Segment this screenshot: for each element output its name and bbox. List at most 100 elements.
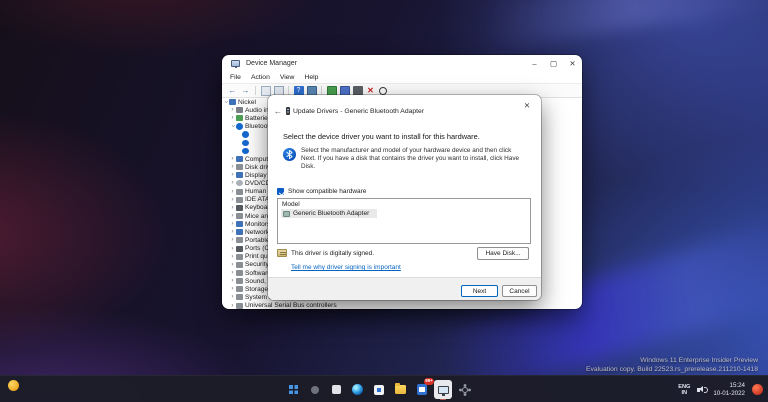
sun-icon (8, 380, 19, 391)
chevron-right-icon[interactable]: › (229, 236, 236, 244)
start-icon[interactable] (285, 380, 303, 399)
dialog-heading: Select the device driver you want to ins… (283, 132, 480, 141)
person-icon[interactable] (352, 85, 363, 96)
language-indicator[interactable]: ENG IN (678, 384, 690, 396)
show-compatible-hardware-row[interactable]: Show compatible hardware (277, 188, 366, 195)
device-manager-icon (437, 385, 449, 396)
chevron-right-icon[interactable]: › (229, 228, 236, 236)
taskbar-apps: 99+ (283, 378, 475, 400)
task-view-icon[interactable] (327, 380, 345, 399)
back-arrow-icon[interactable]: ← (272, 106, 284, 116)
chevron-right-icon[interactable]: › (229, 302, 236, 309)
chevron-right-icon[interactable]: › (229, 114, 236, 122)
chevron-right-icon[interactable]: › (229, 188, 236, 196)
evaluation-watermark: Windows 11 Enterprise Insider Preview Ev… (586, 357, 758, 374)
toolbar-separator (288, 86, 289, 95)
chevron-right-icon[interactable]: › (229, 196, 236, 204)
chevron-right-icon[interactable]: › (229, 293, 236, 301)
hid-icon (236, 188, 243, 195)
settings-icon[interactable] (456, 380, 474, 399)
back-icon[interactable]: ← (228, 86, 238, 96)
menu-file[interactable]: File (225, 74, 246, 81)
close-icon[interactable]: ✕ (563, 55, 582, 72)
search-icon[interactable] (306, 380, 324, 399)
watermark-line1: Windows 11 Enterprise Insider Preview (640, 357, 758, 364)
chevron-down-icon[interactable]: › (229, 123, 237, 130)
forward-icon[interactable]: → (241, 86, 251, 96)
file-explorer-icon[interactable] (392, 380, 410, 399)
desktop-wallpaper: Windows 11 Enterprise Insider Preview Ev… (0, 0, 768, 402)
help-icon[interactable]: ? (293, 85, 304, 96)
store-icon (374, 384, 385, 395)
dialog-close-icon[interactable]: ✕ (521, 100, 533, 111)
bluetooth-icon (242, 131, 249, 138)
window-title: Device Manager (246, 60, 297, 67)
checkbox-label: Show compatible hardware (288, 188, 367, 195)
chevron-right-icon[interactable]: › (229, 212, 236, 220)
menu-help[interactable]: Help (299, 74, 323, 81)
mail-icon[interactable]: 99+ (413, 378, 434, 399)
device-manager-icon[interactable] (434, 380, 453, 400)
toolbar-separator (321, 86, 322, 95)
device-manager-titlebar[interactable]: Device Manager – ▢ ✕ (222, 55, 582, 72)
sound-icon (236, 278, 243, 285)
adapter-icon (283, 210, 290, 217)
taskbar: 99+ ENG IN 15:24 10-01-2022 (0, 375, 768, 402)
bluetooth-icon (242, 139, 249, 147)
maximize-icon[interactable]: ▢ (544, 55, 563, 72)
driver-signing-link[interactable]: Tell me why driver signing is important (291, 264, 401, 271)
chevron-right-icon[interactable]: › (229, 245, 236, 253)
flag-icon[interactable] (339, 85, 350, 96)
chevron-right-icon[interactable]: › (229, 163, 236, 171)
next-button[interactable]: Next (461, 285, 498, 297)
update-driver-icon[interactable] (326, 85, 337, 96)
chevron-right-icon[interactable]: › (229, 220, 236, 228)
chevron-right-icon[interactable]: › (229, 277, 236, 285)
chevron-right-icon[interactable]: › (229, 179, 236, 187)
store-icon[interactable] (370, 380, 388, 399)
digital-signature-icon (277, 249, 287, 257)
notification-badge: 99+ (424, 378, 434, 385)
model-listbox[interactable]: Model Generic Bluetooth Adapter (277, 198, 531, 244)
chevron-right-icon[interactable]: › (229, 155, 236, 163)
chevron-down-icon[interactable]: › (222, 99, 230, 106)
chevron-right-icon[interactable]: › (229, 204, 236, 212)
keyboard-icon (236, 204, 243, 211)
list-item[interactable]: Generic Bluetooth Adapter (281, 209, 377, 218)
monitor-icon (236, 221, 243, 228)
wallpaper-streak-top (466, 0, 768, 51)
properties-icon[interactable] (273, 85, 284, 96)
edge-icon[interactable] (349, 380, 367, 399)
chevron-right-icon[interactable]: › (229, 106, 236, 114)
chevron-right-icon[interactable]: › (229, 261, 236, 269)
scan-icon[interactable] (378, 86, 387, 95)
bluetooth-icon (236, 123, 243, 130)
monitor-icon[interactable] (306, 85, 317, 96)
language-line2: IN (681, 389, 688, 396)
print-icon (236, 253, 243, 260)
tree-row[interactable]: › Universal Serial Bus controllers (222, 302, 582, 309)
list-icon[interactable] (260, 85, 271, 96)
chevron-right-icon[interactable]: › (229, 171, 236, 179)
chevron-right-icon[interactable]: › (229, 285, 236, 293)
time-text: 15:24 (729, 382, 745, 389)
menu-view[interactable]: View (275, 74, 300, 81)
computer-icon (236, 156, 243, 163)
cancel-button[interactable]: Cancel (502, 285, 537, 297)
uninstall-icon[interactable]: ✕ (366, 86, 376, 96)
signature-row: This driver is digitally signed. (277, 249, 374, 257)
system-tray: ENG IN 15:24 10-01-2022 (678, 376, 763, 402)
task-view-icon (331, 385, 341, 394)
chevron-right-icon[interactable]: › (229, 253, 236, 261)
clock[interactable]: 15:24 10-01-2022 (713, 382, 745, 397)
menu-action[interactable]: Action (246, 74, 275, 81)
volume-icon[interactable] (697, 385, 709, 394)
chevron-right-icon[interactable]: › (229, 269, 236, 277)
checkbox-checked-icon[interactable] (277, 188, 284, 195)
have-disk-button[interactable]: Have Disk... (477, 247, 529, 260)
file-explorer-icon (395, 383, 407, 394)
watermark-line2: Evaluation copy. Build 22523.rs_prerelea… (585, 365, 758, 373)
notification-dot-icon[interactable] (752, 384, 763, 395)
weather-widget[interactable] (8, 380, 23, 391)
minimize-icon[interactable]: – (525, 55, 544, 72)
